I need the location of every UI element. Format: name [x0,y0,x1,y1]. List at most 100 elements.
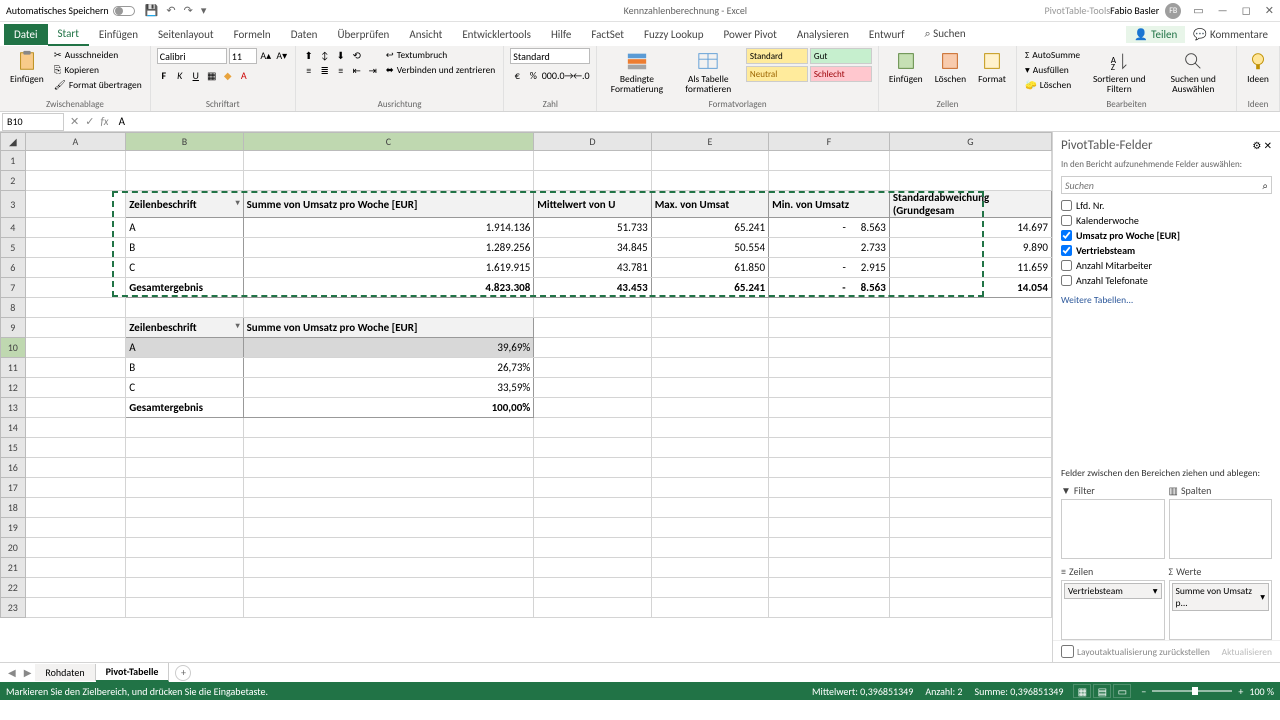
worksheet-grid[interactable]: ◢ A B C D E F G 1 2 3 Zeilenbeschrift▾ S… [0,132,1052,618]
paste-button[interactable]: Einfügen [6,48,48,86]
cut-button[interactable]: ✂ Ausschneiden [52,48,144,62]
tab-powerpivot[interactable]: Power Pivot [713,24,786,45]
field-search[interactable]: ⌕ [1061,176,1272,194]
formula-bar[interactable]: A [115,115,1280,128]
field-item[interactable]: Anzahl Mitarbeiter [1061,258,1272,273]
align-middle-icon[interactable]: ↕ [318,48,332,62]
font-size-select[interactable] [229,48,257,64]
merge-button[interactable]: ⬌ Verbinden und zentrieren [384,63,498,77]
view-pagelayout-icon[interactable]: ▤ [1093,684,1111,698]
orientation-icon[interactable]: ⟲ [350,48,364,62]
col-header-C[interactable]: C [243,133,534,151]
tab-developer[interactable]: Entwicklertools [452,24,541,45]
find-button[interactable]: Suchen und Auswählen [1156,48,1230,97]
cell-B10[interactable]: A [126,338,243,358]
zoom-out-icon[interactable]: − [1141,685,1146,698]
name-box[interactable]: B10 [2,113,64,131]
tab-factset[interactable]: FactSet [581,24,634,45]
zoom-slider[interactable] [1152,690,1232,692]
style-gut[interactable]: Gut [810,48,872,64]
tab-formulas[interactable]: Formeln [224,24,281,45]
tab-pagelayout[interactable]: Seitenlayout [148,24,224,45]
field-checkbox[interactable] [1061,245,1072,256]
field-checkbox[interactable] [1061,260,1072,271]
select-all-corner[interactable]: ◢ [1,133,26,151]
style-neutral[interactable]: Neutral [746,66,808,82]
defer-layout-checkbox[interactable] [1061,645,1074,658]
sheet-tab-rohdaten[interactable]: Rohdaten [35,664,95,681]
rows-chip[interactable]: Vertriebsteam▾ [1064,583,1162,599]
col-header-E[interactable]: E [651,133,768,151]
tab-file[interactable]: Datei [4,24,48,45]
view-pagebreak-icon[interactable]: ▭ [1113,684,1131,698]
indent-dec-icon[interactable]: ⇤ [350,63,364,77]
more-tables-link[interactable]: Weitere Tabellen... [1053,290,1280,310]
format-table-button[interactable]: Als Tabelle formatieren [675,48,742,97]
search-box[interactable]: ⌕ Suchen [914,23,975,45]
copy-button[interactable]: ⎘ Kopieren [52,63,144,77]
indent-inc-icon[interactable]: ⇥ [366,63,380,77]
values-chip[interactable]: Summe von Umsatz p...▾ [1172,583,1270,611]
thousands-icon[interactable]: 000 [542,68,556,82]
save-icon[interactable]: 💾 [145,4,159,17]
add-sheet-button[interactable]: + [175,665,191,681]
align-bottom-icon[interactable]: ⬇ [334,48,348,62]
align-left-icon[interactable]: ≡ [302,63,316,77]
col-header-A[interactable]: A [25,133,126,151]
fx-icon[interactable]: fx [100,115,108,128]
tab-fuzzy[interactable]: Fuzzy Lookup [634,24,714,45]
sheet-nav-next[interactable]: ▶ [20,666,36,679]
zoom-in-icon[interactable]: + [1238,685,1243,698]
currency-icon[interactable]: € [510,68,524,82]
pivot1-rowlabel-hdr[interactable]: Zeilenbeschrift▾ [126,191,243,218]
view-normal-icon[interactable]: ▦ [1073,684,1091,698]
autosum-button[interactable]: Σ AutoSumme [1023,48,1082,62]
filter-dropdown-icon[interactable]: ▾ [236,321,240,331]
bold-icon[interactable]: F [157,68,171,82]
cell-C10[interactable]: 39,69% [243,338,534,358]
italic-icon[interactable]: K [173,68,187,82]
decrease-font-icon[interactable]: A▾ [275,48,289,62]
filter-dropdown-icon[interactable]: ▾ [236,198,240,208]
fx-confirm-icon[interactable]: ✓ [85,115,94,128]
values-area[interactable]: Σ Werte Summe von Umsatz p...▾ [1169,563,1273,640]
fx-cancel-icon[interactable]: ✕ [70,115,79,128]
format-painter-button[interactable]: 🖌 Format übertragen [52,78,144,92]
col-header-F[interactable]: F [769,133,890,151]
pane-close-icon[interactable]: ✕ [1264,139,1272,152]
border-icon[interactable]: ▦ [205,68,219,82]
font-color-icon[interactable]: A [237,68,251,82]
field-search-input[interactable] [1065,179,1262,192]
field-item[interactable]: Anzahl Telefonate [1061,273,1272,288]
minimize-icon[interactable]: — [1218,4,1228,17]
field-item[interactable]: Kalenderwoche [1061,213,1272,228]
percent-icon[interactable]: % [526,68,540,82]
sheet-nav-prev[interactable]: ◀ [4,666,20,679]
columns-area[interactable]: ▥ Spalten [1169,482,1273,559]
tab-review[interactable]: Überprüfen [327,24,399,45]
style-schlecht[interactable]: Schlecht [810,66,872,82]
chevron-down-icon[interactable]: ▾ [1153,585,1158,597]
share-button[interactable]: 👤 Teilen [1126,26,1185,43]
fill-button[interactable]: ▾ Ausfüllen [1023,63,1082,77]
wrap-text-button[interactable]: ↩ Textumbruch [384,48,498,62]
style-standard[interactable]: Standard [746,48,808,64]
tab-help[interactable]: Hilfe [541,24,581,45]
tab-view[interactable]: Ansicht [399,24,452,45]
field-item[interactable]: Lfd. Nr. [1061,198,1272,213]
dec-decimal-icon[interactable]: ←.0 [574,68,588,82]
rows-area[interactable]: ≡ Zeilen Vertriebsteam▾ [1061,563,1165,640]
tab-insert[interactable]: Einfügen [89,24,148,45]
font-select[interactable] [157,48,227,64]
field-checkbox[interactable] [1061,200,1072,211]
field-checkbox[interactable] [1061,230,1072,241]
align-top-icon[interactable]: ⬆ [302,48,316,62]
field-item[interactable]: Umsatz pro Woche [EUR] [1061,228,1272,243]
ideas-button[interactable]: Ideen [1243,48,1273,86]
comments-button[interactable]: 💬 Kommentare [1185,26,1276,43]
col-header-G[interactable]: G [889,133,1051,151]
avatar[interactable]: FB [1165,3,1181,19]
sheet-tab-pivot[interactable]: Pivot-Tabelle [96,663,170,682]
maximize-icon[interactable]: ◻ [1242,4,1251,17]
clear-button[interactable]: 🧽 Löschen [1023,78,1082,92]
